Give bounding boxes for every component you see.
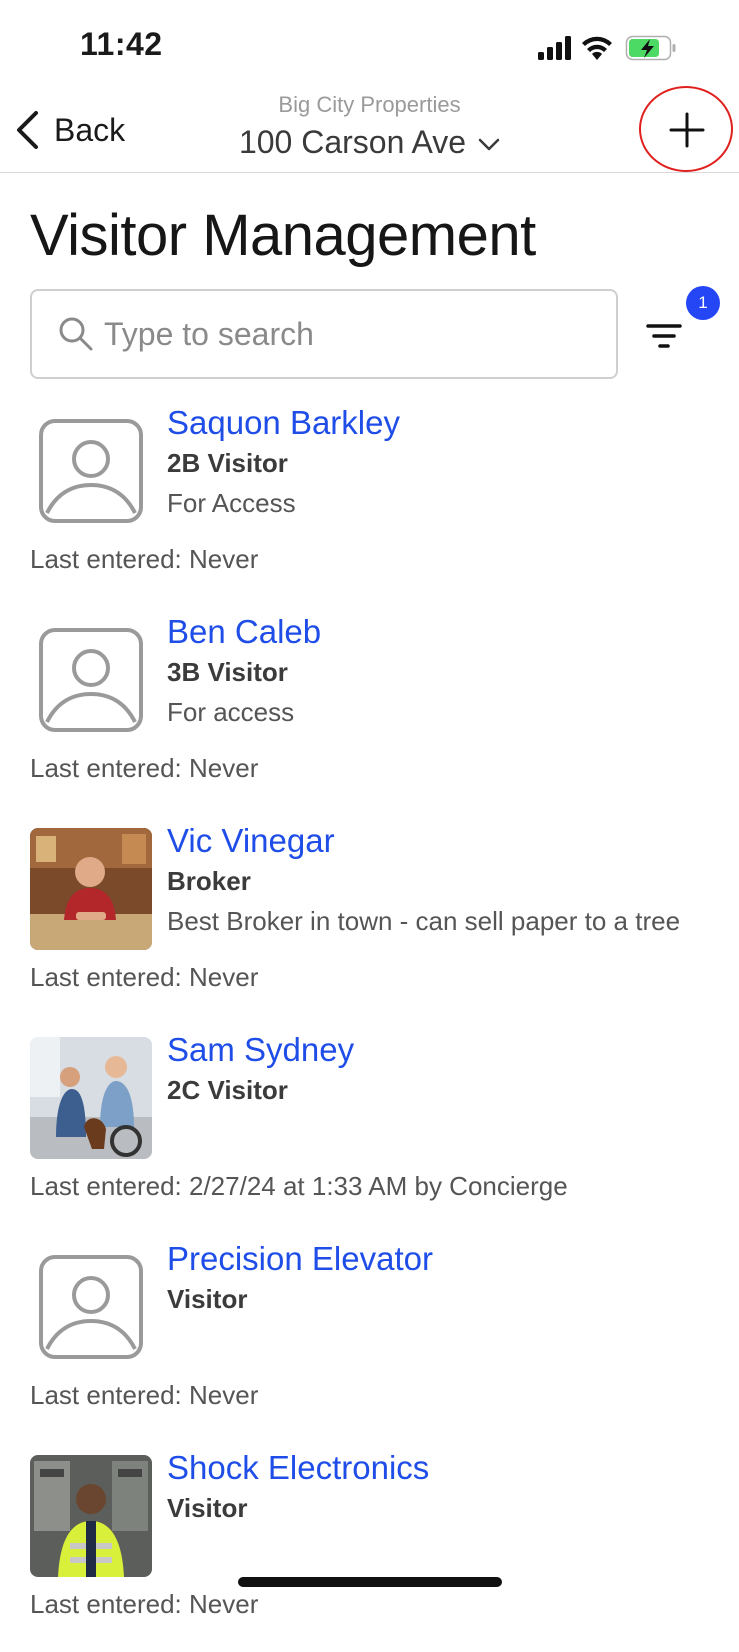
page-title: Visitor Management — [30, 203, 536, 268]
visitor-item[interactable]: Vic Vinegar Broker Best Broker in town -… — [0, 816, 739, 1025]
avatar-placeholder-icon — [30, 410, 152, 532]
chevron-down-icon — [478, 138, 500, 150]
visitor-name[interactable]: Ben Caleb — [167, 613, 321, 651]
plus-icon — [669, 112, 705, 148]
add-visitor-button[interactable] — [640, 86, 734, 174]
visitor-name[interactable]: Shock Electronics — [167, 1449, 429, 1487]
status-time: 11:42 — [80, 26, 163, 62]
visitor-last-entered: Last entered: Never — [30, 1589, 259, 1619]
home-indicator — [238, 1577, 502, 1587]
visitor-last-entered: Last entered: Never — [30, 544, 259, 574]
visitor-note: For access — [167, 697, 295, 727]
visitor-item[interactable]: Precision Elevator Visitor Last entered:… — [0, 1234, 739, 1443]
nav-divider — [0, 172, 739, 173]
search-input[interactable] — [104, 300, 604, 368]
visitor-name[interactable]: Vic Vinegar — [167, 822, 335, 860]
visitor-last-entered: Last entered: Never — [30, 753, 259, 783]
search-icon — [58, 316, 94, 357]
status-icons — [538, 34, 678, 64]
visitor-item[interactable]: Sam Sydney 2C Visitor Last entered: 2/27… — [0, 1025, 739, 1234]
visitor-name[interactable]: Saquon Barkley — [167, 404, 400, 442]
visitor-role: Visitor — [167, 1493, 248, 1523]
visitor-name[interactable]: Precision Elevator — [167, 1240, 433, 1278]
visitor-role: Broker — [167, 866, 251, 896]
visitor-item[interactable]: Saquon Barkley 2B Visitor For Access Las… — [0, 398, 739, 607]
visitor-photo — [30, 1037, 152, 1159]
visitor-role: 3B Visitor — [167, 657, 288, 687]
avatar-placeholder-icon — [30, 619, 152, 741]
visitor-list: Saquon Barkley 2B Visitor For Access Las… — [0, 398, 739, 1652]
visitor-last-entered: Last entered: Never — [30, 962, 259, 992]
organization-name: Big City Properties — [278, 92, 461, 117]
visitor-name[interactable]: Sam Sydney — [167, 1031, 354, 1069]
visitor-photo — [30, 828, 152, 950]
visitor-last-entered: Last entered: Never — [30, 1380, 259, 1410]
cellular-signal-icon — [538, 36, 571, 60]
visitor-role: Visitor — [167, 1284, 248, 1314]
property-selector[interactable]: 100 Carson Ave — [0, 124, 739, 161]
visitor-note: For Access — [167, 488, 296, 518]
visitor-item[interactable]: Shock Electronics Visitor Last entered: … — [0, 1443, 739, 1652]
visitor-last-entered: Last entered: 2/27/24 at 1:33 AM by Conc… — [30, 1171, 568, 1201]
wifi-icon — [582, 36, 612, 60]
visitor-role: 2B Visitor — [167, 448, 288, 478]
battery-icon — [625, 35, 676, 61]
property-name: 100 Carson Ave — [238, 124, 467, 160]
filter-count-badge: 1 — [686, 286, 720, 320]
filter-button[interactable] — [642, 316, 686, 356]
visitor-role: 2C Visitor — [167, 1075, 288, 1105]
avatar-placeholder-icon — [30, 1246, 152, 1368]
visitor-note: Best Broker in town - can sell paper to … — [167, 906, 681, 936]
visitor-item[interactable]: Ben Caleb 3B Visitor For access Last ent… — [0, 607, 739, 816]
filter-icon — [646, 324, 682, 348]
visitor-photo — [30, 1455, 152, 1577]
